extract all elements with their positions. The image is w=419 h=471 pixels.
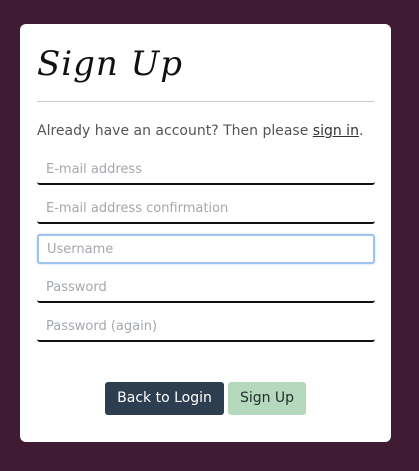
signup-card: Sign Up Already have an account? Then pl… xyxy=(20,24,391,442)
sign-up-button[interactable]: Sign Up xyxy=(228,382,306,415)
account-prompt: Already have an account? Then please sig… xyxy=(37,122,363,140)
email-field[interactable] xyxy=(37,155,375,185)
username-field[interactable] xyxy=(37,234,375,264)
title-divider xyxy=(37,101,374,102)
sign-in-link[interactable]: sign in xyxy=(313,123,359,139)
back-to-login-button[interactable]: Back to Login xyxy=(105,382,224,415)
email-confirmation-field[interactable] xyxy=(37,194,375,224)
account-prompt-suffix: . xyxy=(358,123,364,139)
password-again-field[interactable] xyxy=(37,312,375,342)
page-title: Sign Up xyxy=(37,44,184,84)
account-prompt-text: Already have an account? Then please xyxy=(37,123,313,139)
password-field[interactable] xyxy=(37,273,375,303)
